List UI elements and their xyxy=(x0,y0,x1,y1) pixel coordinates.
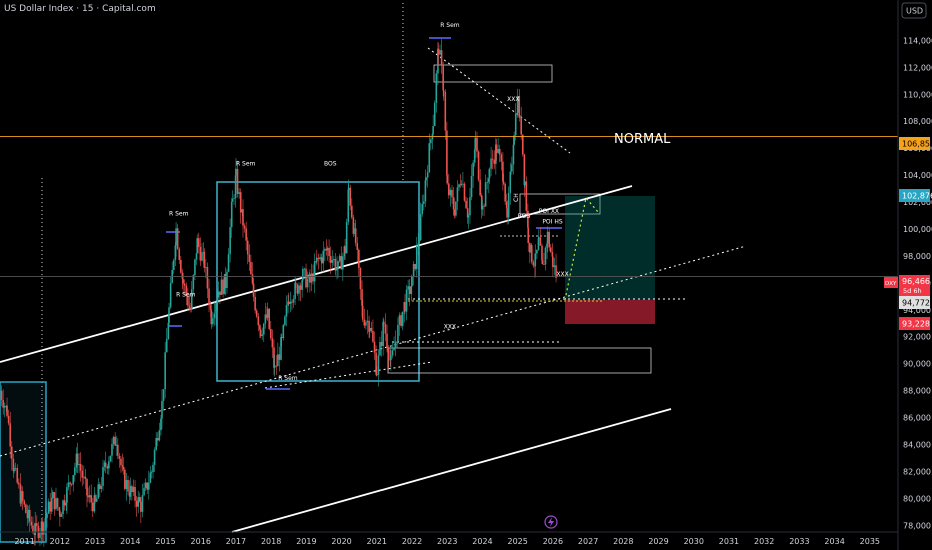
x-tick-label: 2015 xyxy=(155,537,175,546)
svg-text:106,859: 106,859 xyxy=(902,140,932,149)
currency-button[interactable]: USD xyxy=(901,2,927,19)
stop-zone xyxy=(565,300,655,324)
candle xyxy=(463,181,466,203)
x-tick-label: 2021 xyxy=(367,537,387,546)
x-tick-label: 2028 xyxy=(613,537,633,546)
svg-text:94,772: 94,772 xyxy=(902,299,930,308)
chart-annotation-label: BOS xyxy=(518,213,531,220)
candle xyxy=(352,214,355,238)
candle xyxy=(477,150,480,182)
y-tick-label: 78,000 xyxy=(903,521,931,530)
x-tick-label: 2016 xyxy=(191,537,211,546)
price-badge-red: 93,228 xyxy=(899,317,930,330)
x-tick-label: 2014 xyxy=(120,537,140,546)
candle xyxy=(411,275,413,287)
y-tick-label: 82,000 xyxy=(903,467,931,476)
y-tick-label: 84,000 xyxy=(903,440,931,449)
chart-annotation-label: R Sem xyxy=(278,375,298,382)
price-badge-cyan: 102,876 xyxy=(899,189,932,202)
normal-annotation: NORMAL xyxy=(614,132,671,147)
y-tick-label: 100,000 xyxy=(903,225,932,234)
y-tick-label: 88,000 xyxy=(903,387,931,396)
y-tick-label: 108,000 xyxy=(903,117,932,126)
svg-text:93,228: 93,228 xyxy=(902,320,930,329)
candle xyxy=(530,244,533,265)
svg-text:USD: USD xyxy=(906,7,923,16)
x-tick-label: 2033 xyxy=(789,537,809,546)
price-badge-orange: 106,859 xyxy=(899,137,932,150)
candle xyxy=(109,455,112,463)
x-tick-label: 2035 xyxy=(860,537,880,546)
y-tick-label: 98,000 xyxy=(903,252,931,261)
x-tick-label: 2012 xyxy=(50,537,70,546)
y-tick-label: 90,000 xyxy=(903,360,931,369)
chart-annotation-label: BOS xyxy=(324,161,337,168)
x-tick-label: 2032 xyxy=(754,537,774,546)
svg-text:96,466: 96,466 xyxy=(902,277,930,286)
x-tick-label: 2024 xyxy=(472,537,492,546)
symbol-badge: DXY xyxy=(884,277,898,288)
ch-annotation: CH xyxy=(513,193,520,202)
x-tick-label: 2031 xyxy=(719,537,739,546)
svg-text:DXY: DXY xyxy=(885,281,897,287)
x-tick-label: 2013 xyxy=(85,537,105,546)
x-tick-label: 2018 xyxy=(261,537,281,546)
target-zone xyxy=(565,196,655,300)
candle xyxy=(525,176,528,215)
price-badge-gray: 94,772 xyxy=(899,296,930,309)
candle xyxy=(124,467,126,491)
candle xyxy=(541,243,543,263)
candle xyxy=(268,307,271,331)
x-tick-label: 2030 xyxy=(684,537,704,546)
x-tick-label: 2022 xyxy=(402,537,422,546)
price-badge-current: 96,466 5d 6h xyxy=(899,275,930,296)
y-tick-label: 112,000 xyxy=(903,63,932,72)
chart-annotation-label: R Sem xyxy=(169,210,189,217)
chart-annotation-label: POI HS xyxy=(542,219,563,226)
x-tick-label: 2023 xyxy=(437,537,457,546)
x-tick-label: 2020 xyxy=(331,537,351,546)
svg-text:102,876: 102,876 xyxy=(902,192,932,201)
candle xyxy=(455,201,457,218)
y-tick-label: 110,000 xyxy=(903,90,932,99)
chart-annotation-label: XXX xyxy=(507,96,519,103)
x-tick-label: 2026 xyxy=(543,537,563,546)
candle xyxy=(433,100,436,127)
price-chart[interactable]: R Sem R Sem R Sem R Sem R Sem BOS BOS POI XX POI… xyxy=(0,0,932,550)
x-tick-label: 2027 xyxy=(578,537,598,546)
candle xyxy=(504,182,506,205)
candle xyxy=(521,134,524,157)
chart-annotation-label: XXX xyxy=(556,271,568,278)
chart-annotation-label: R Sem xyxy=(236,161,256,168)
chart-annotation-label: R Sem xyxy=(440,22,460,29)
x-tick-label: 2017 xyxy=(226,537,246,546)
x-tick-label: 2034 xyxy=(824,537,844,546)
y-tick-label: 86,000 xyxy=(903,414,931,423)
x-tick-label: 2011 xyxy=(14,537,34,546)
y-tick-label: 92,000 xyxy=(903,333,931,342)
x-tick-label: 2029 xyxy=(648,537,668,546)
svg-text:5d 6h: 5d 6h xyxy=(903,287,922,295)
chart-annotation-label: POI XX xyxy=(539,208,559,215)
candle xyxy=(25,503,27,514)
candle xyxy=(284,314,286,327)
candle xyxy=(345,218,348,254)
chart-title: US Dollar Index · 15 · Capital.com xyxy=(4,4,156,14)
y-tick-label: 104,000 xyxy=(903,171,932,180)
y-tick-label: 80,000 xyxy=(903,494,931,503)
chart-annotation-label: R Sem xyxy=(176,291,196,298)
x-tick-label: 2019 xyxy=(296,537,316,546)
chart-annotation-label: XXX xyxy=(444,324,456,331)
y-tick-label: 114,000 xyxy=(903,36,932,45)
x-tick-label: 2025 xyxy=(507,537,527,546)
